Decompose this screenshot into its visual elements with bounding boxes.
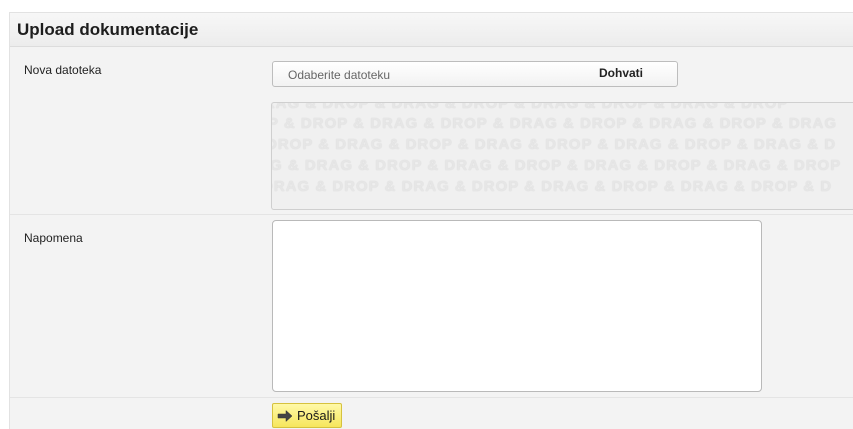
row-divider: [10, 214, 853, 215]
fetch-button[interactable]: Dohvati: [599, 66, 643, 80]
send-button[interactable]: Pošalji: [272, 403, 343, 428]
panel-title: Upload dokumentacije: [10, 13, 853, 47]
row-divider: [10, 397, 853, 398]
upload-panel: Upload dokumentacije Nova datoteka Odabe…: [9, 12, 853, 429]
note-label: Napomena: [24, 231, 83, 245]
new-file-label: Nova datoteka: [24, 63, 102, 77]
note-textarea[interactable]: [272, 220, 762, 392]
file-placeholder-text: Odaberite datoteku: [288, 68, 391, 82]
drag-drop-zone[interactable]: DRAG & DROP & DRAG & DROP & DRAG & DROP …: [271, 102, 853, 210]
file-picker[interactable]: Odaberite datoteku Dohvati: [272, 61, 678, 87]
dropzone-text: P & DROP & DRAG & DROP & DRAG & DROP & D…: [271, 115, 837, 132]
dropzone-text: DROP & DRAG & DROP & DRAG & DROP & DRAG …: [271, 136, 837, 153]
dropzone-text: DRAG & DROP & DRAG & DROP & DRAG & DROP …: [271, 178, 833, 195]
send-label: Pošalji: [297, 408, 336, 423]
arrow-right-icon: [277, 409, 293, 423]
dropzone-text: G & DRAG & DROP & DRAG & DROP & DRAG & D…: [271, 157, 842, 174]
dropzone-text: DRAG & DROP & DRAG & DROP & DRAG & DROP …: [271, 102, 789, 112]
